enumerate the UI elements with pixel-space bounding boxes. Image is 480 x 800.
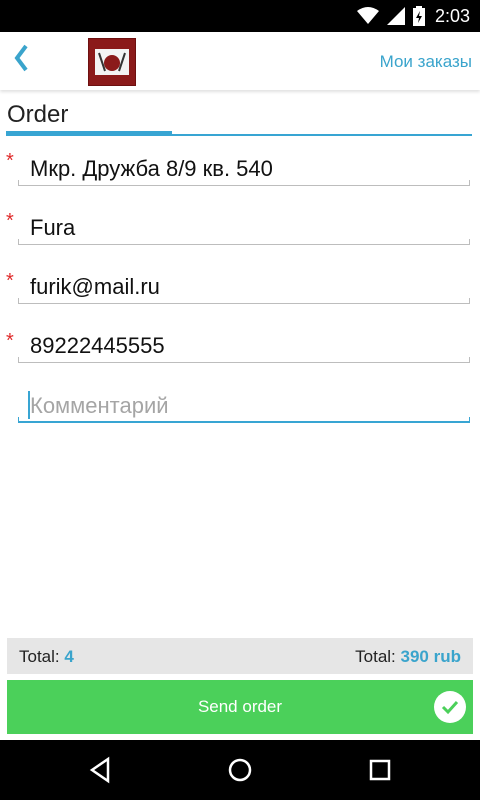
app-bar: Мои заказы — [0, 32, 480, 90]
my-orders-link[interactable]: Мои заказы — [380, 52, 472, 72]
sum-total-value: 390 rub — [400, 647, 461, 666]
triangle-back-icon — [89, 756, 110, 784]
required-mark: * — [6, 210, 14, 232]
nav-back-button[interactable] — [86, 755, 116, 785]
field-underline-active — [18, 417, 470, 423]
sum-total: Total: 390 rub — [355, 647, 461, 667]
square-recents-icon — [369, 759, 391, 781]
send-order-label: Send order — [197, 697, 283, 716]
field-underline — [18, 239, 470, 245]
sum-total-label: Total: — [355, 647, 396, 666]
field-underline — [18, 357, 470, 363]
address-value: Мкр. Дружба 8/9 кв. 540 — [30, 156, 273, 181]
section-divider — [6, 134, 472, 136]
chevron-left-icon — [14, 44, 28, 72]
send-order-button[interactable]: Send order — [7, 680, 473, 734]
items-total-label: Total: — [19, 647, 60, 666]
phone-field[interactable]: 89222445555 — [18, 323, 470, 363]
items-total-value: 4 — [64, 647, 74, 666]
status-icons: 2:03 — [356, 0, 470, 32]
checkmark-icon — [434, 691, 466, 723]
items-total: Total: 4 — [19, 647, 74, 667]
nav-recents-button[interactable] — [365, 755, 395, 785]
logo-emblem — [95, 49, 129, 75]
email-value: furik@mail.ru — [30, 274, 160, 299]
address-field[interactable]: Мкр. Дружба 8/9 кв. 540 — [18, 146, 470, 186]
comment-placeholder: Комментарий — [30, 393, 169, 418]
required-mark: * — [6, 270, 14, 292]
battery-icon — [412, 6, 425, 26]
field-underline — [18, 180, 470, 186]
signal-icon — [386, 7, 405, 25]
app-logo — [88, 38, 136, 86]
email-field[interactable]: furik@mail.ru — [18, 264, 470, 304]
totals-bar: Total: 4 Total: 390 rub — [7, 638, 473, 674]
phone-value: 89222445555 — [30, 333, 165, 358]
required-mark: * — [6, 150, 14, 172]
clock: 2:03 — [434, 5, 470, 26]
field-underline — [18, 298, 470, 304]
name-field[interactable]: Fura — [18, 205, 470, 245]
section-title: Order — [7, 101, 69, 128]
comment-field[interactable]: Комментарий — [18, 383, 470, 423]
system-nav-bar — [0, 740, 480, 800]
name-value: Fura — [30, 215, 76, 240]
back-button[interactable] — [14, 44, 30, 79]
nav-home-button[interactable] — [225, 755, 255, 785]
required-mark: * — [6, 330, 14, 352]
status-bar: 2:03 — [0, 0, 480, 32]
wifi-icon — [356, 7, 379, 24]
circle-home-icon — [228, 758, 252, 782]
